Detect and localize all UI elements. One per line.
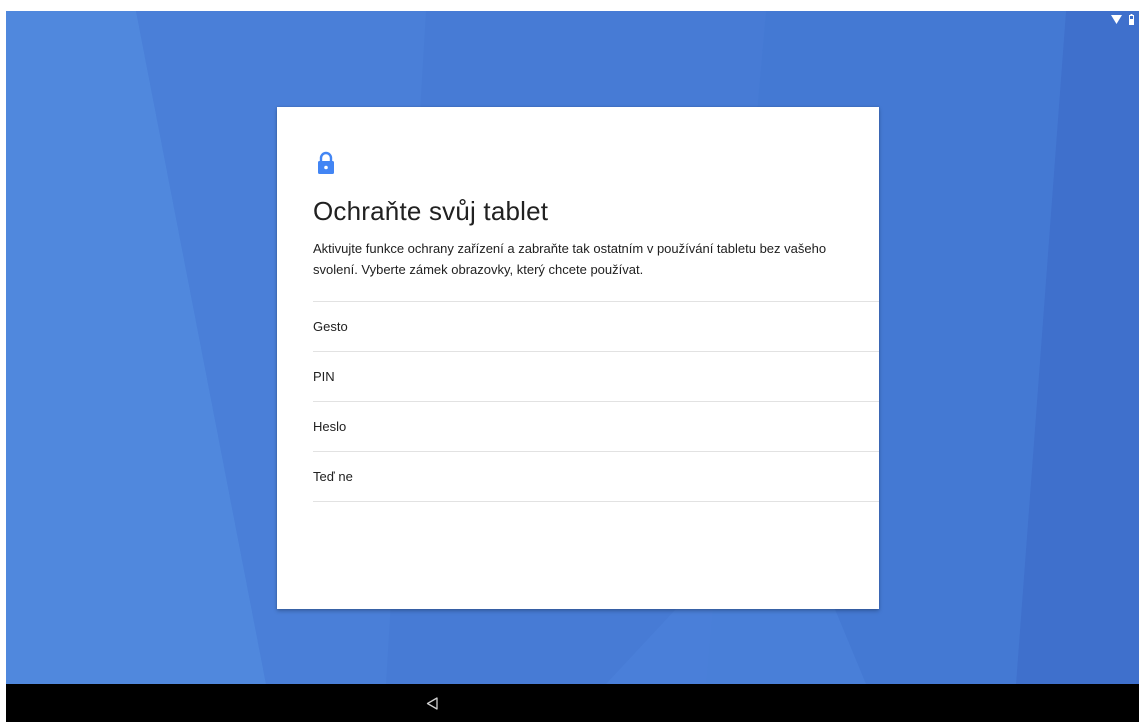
option-label: PIN — [313, 369, 335, 384]
screen-lock-setup-card: Ochraňte svůj tablet Aktivujte funkce oc… — [277, 107, 879, 609]
tablet-screen: Ochraňte svůj tablet Aktivujte funkce oc… — [6, 11, 1139, 722]
option-label: Teď ne — [313, 469, 353, 484]
option-not-now[interactable]: Teď ne — [313, 451, 879, 502]
option-password[interactable]: Heslo — [313, 401, 879, 451]
option-label: Gesto — [313, 319, 348, 334]
option-label: Heslo — [313, 419, 347, 434]
description-text: Aktivujte funkce ochrany zařízení a zabr… — [313, 241, 827, 277]
option-pin[interactable]: PIN — [313, 351, 879, 401]
page-title: Ochraňte svůj tablet — [313, 196, 549, 226]
back-icon[interactable] — [426, 697, 438, 710]
wifi-icon — [1111, 15, 1122, 24]
option-pattern[interactable]: Gesto — [313, 301, 879, 351]
status-bar — [6, 11, 1139, 31]
lock-icon — [318, 151, 334, 174]
battery-icon — [1129, 14, 1134, 25]
lock-options-list: Gesto PIN Heslo Teď ne — [313, 301, 879, 502]
navigation-bar — [6, 684, 1139, 722]
